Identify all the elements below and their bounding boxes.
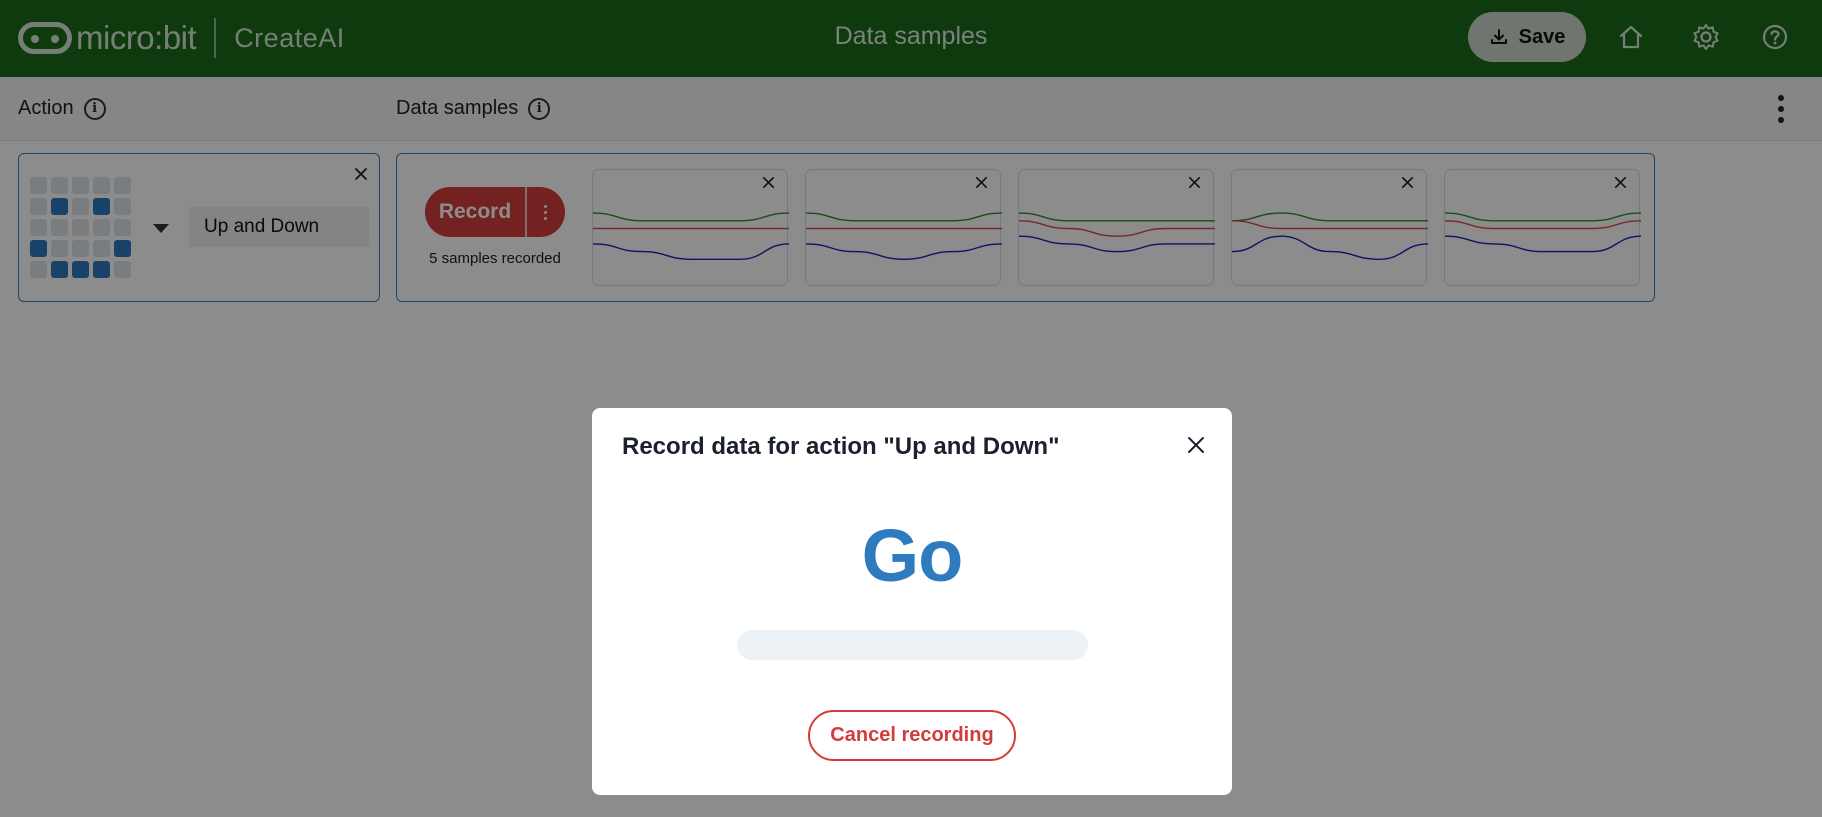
record-dialog: Record data for action "Up and Down" Go …	[592, 408, 1232, 795]
countdown-text: Go	[861, 514, 964, 597]
cancel-recording-button[interactable]: Cancel recording	[808, 710, 1016, 761]
close-icon	[1188, 437, 1204, 453]
dialog-close-button[interactable]	[1185, 434, 1207, 456]
dialog-title: Record data for action "Up and Down"	[622, 433, 1060, 460]
recording-progress-bar	[737, 630, 1088, 660]
